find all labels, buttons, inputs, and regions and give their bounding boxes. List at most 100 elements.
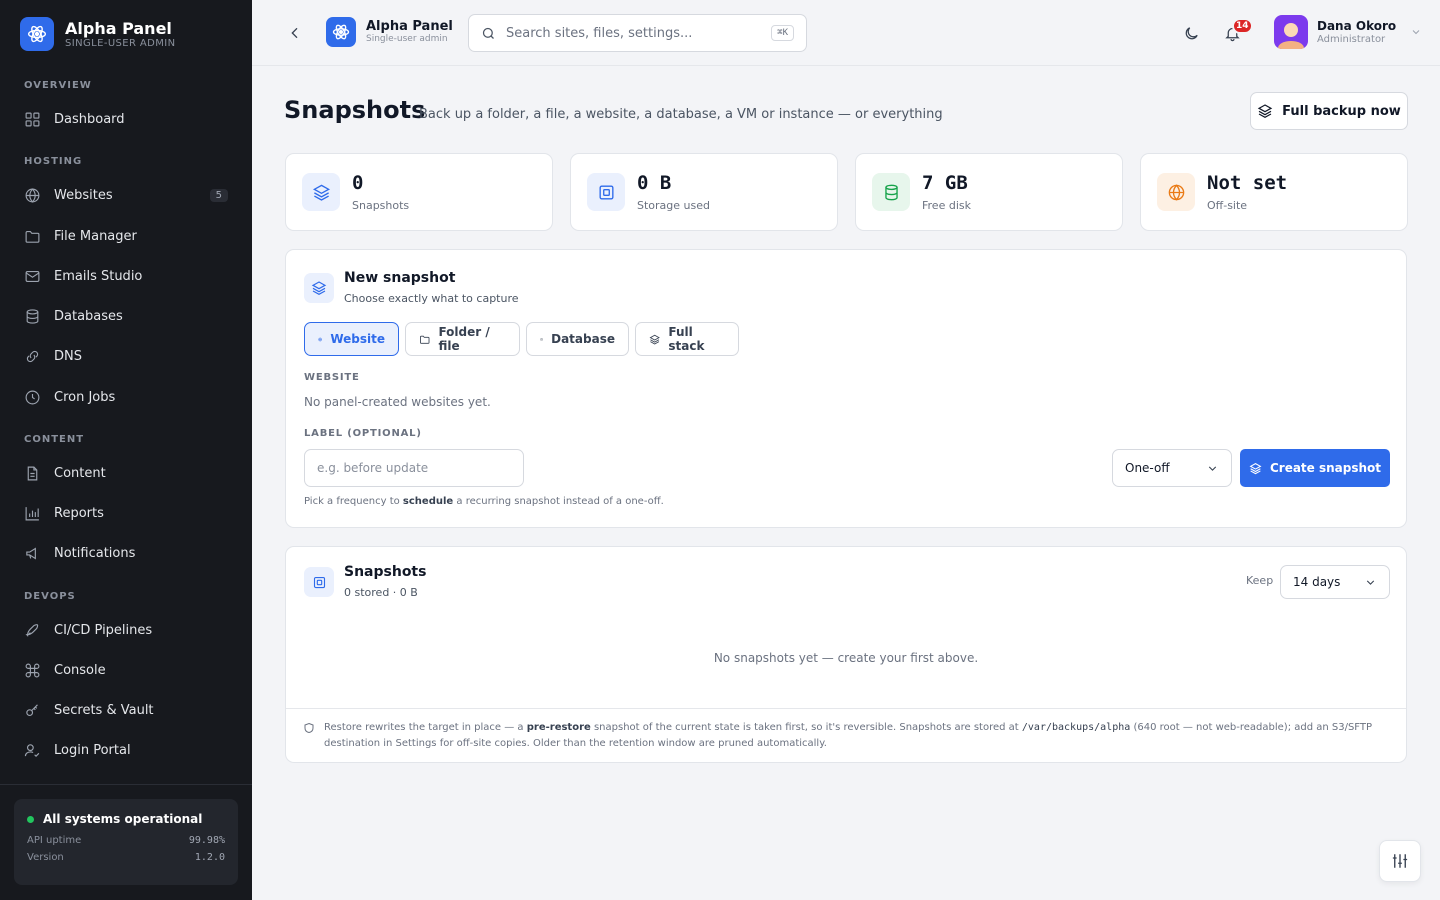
megaphone-icon bbox=[26, 547, 36, 559]
chevron-left-icon bbox=[291, 27, 298, 39]
sliders-icon bbox=[1392, 854, 1408, 868]
frequency-select[interactable]: One-off bbox=[1112, 449, 1232, 487]
snapshot-label-input[interactable] bbox=[304, 449, 524, 487]
search-shortcut: ⌘K bbox=[771, 25, 794, 41]
snapshots-list-title: Snapshots bbox=[344, 564, 427, 580]
stat-label: Storage used bbox=[637, 198, 710, 212]
rocket-icon bbox=[25, 623, 39, 637]
layers-icon bbox=[304, 273, 334, 303]
chevron-down-icon bbox=[1208, 465, 1217, 471]
moon-icon bbox=[1185, 26, 1198, 39]
full-backup-label: Full backup now bbox=[1282, 103, 1401, 119]
layers-icon bbox=[1257, 104, 1273, 119]
sidebar-divider bbox=[0, 784, 252, 785]
theme-toggle-button[interactable] bbox=[1180, 22, 1202, 44]
sidebar-item-cicd-pipelines[interactable]: CI/CD Pipelines bbox=[24, 616, 228, 644]
stat-label: Free disk bbox=[922, 198, 971, 212]
tab-database[interactable]: Database bbox=[526, 322, 629, 356]
snapshots-list-card: Snapshots 0 stored · 0 B Keep 14 days No… bbox=[285, 546, 1407, 763]
sidebar-item-dns[interactable]: DNS bbox=[24, 342, 228, 370]
command-icon bbox=[25, 663, 40, 677]
sidebar-item-label: File Manager bbox=[54, 228, 137, 244]
sidebar-item-label: Notifications bbox=[54, 545, 136, 561]
website-empty-message: No panel-created websites yet. bbox=[304, 395, 491, 409]
atom-icon bbox=[20, 17, 54, 51]
shield-icon bbox=[304, 722, 314, 734]
sidebar-item-login-portal[interactable]: Login Portal bbox=[24, 736, 228, 764]
document-icon bbox=[27, 466, 38, 480]
sidebar-item-label: Websites bbox=[54, 187, 113, 203]
globe-icon bbox=[25, 187, 40, 203]
footer-text-2: snapshot of the current state is taken f… bbox=[590, 722, 1022, 733]
hint-after: a recurring snapshot instead of a one-of… bbox=[453, 496, 664, 507]
system-status-card: All systems operational API uptime 99.98… bbox=[14, 799, 238, 885]
tab-label: Website bbox=[330, 332, 385, 346]
stat-card-snapshots: 0 Snapshots bbox=[285, 153, 553, 231]
status-title: All systems operational bbox=[43, 812, 203, 826]
topbar-brand-name: Alpha Panel bbox=[366, 19, 453, 34]
full-backup-button[interactable]: Full backup now bbox=[1250, 92, 1408, 130]
sidebar-item-label: Dashboard bbox=[54, 111, 125, 127]
page-title: Snapshots bbox=[284, 96, 426, 124]
tab-label: Database bbox=[551, 332, 615, 346]
sidebar-item-reports[interactable]: Reports bbox=[24, 499, 228, 527]
sidebar-item-label: Console bbox=[54, 662, 106, 678]
sidebar-item-dashboard[interactable]: Dashboard bbox=[24, 105, 228, 133]
chevron-down-icon bbox=[1366, 579, 1375, 585]
nav-section-content: CONTENT bbox=[24, 434, 85, 445]
sidebar-item-label: Content bbox=[54, 465, 106, 481]
notifications-button[interactable]: 14 bbox=[1221, 18, 1253, 44]
sidebar-item-label: Emails Studio bbox=[54, 268, 143, 284]
sidebar-item-label: Cron Jobs bbox=[54, 389, 116, 405]
stat-label: Snapshots bbox=[352, 198, 410, 212]
sidebar-item-databases[interactable]: Databases bbox=[24, 302, 228, 330]
retention-value: 14 days bbox=[1293, 575, 1341, 589]
user-menu[interactable]: Dana Okoro Administrator bbox=[1274, 15, 1422, 49]
sidebar-item-cron-jobs[interactable]: Cron Jobs bbox=[24, 383, 228, 411]
nav-section-hosting: HOSTING bbox=[24, 156, 83, 167]
search-input[interactable] bbox=[506, 25, 766, 41]
retention-select[interactable]: 14 days bbox=[1280, 565, 1390, 599]
customize-button[interactable] bbox=[1379, 840, 1421, 882]
stat-value: 0 B bbox=[637, 171, 672, 194]
brand-name: Alpha Panel bbox=[65, 18, 172, 38]
label-field-label: LABEL (OPTIONAL) bbox=[304, 428, 422, 439]
snapshots-list-subtitle: 0 stored · 0 B bbox=[344, 586, 418, 599]
sidebar-item-label: Databases bbox=[54, 308, 123, 324]
database-icon bbox=[540, 337, 543, 341]
layers-icon bbox=[1249, 462, 1262, 474]
stat-value: 0 bbox=[352, 171, 364, 194]
hint-bold: schedule bbox=[402, 496, 454, 507]
new-snapshot-card: New snapshot Choose exactly what to capt… bbox=[285, 249, 1407, 528]
dns-icon bbox=[26, 350, 39, 362]
status-row-version: Version 1.2.0 bbox=[27, 852, 225, 863]
sidebar-item-file-manager[interactable]: File Manager bbox=[24, 222, 228, 250]
topbar-brand-sub: Single-user admin bbox=[366, 34, 448, 44]
back-button[interactable] bbox=[284, 22, 306, 44]
create-snapshot-button[interactable]: Create snapshot bbox=[1240, 449, 1390, 487]
frequency-value: One-off bbox=[1125, 461, 1170, 475]
sidebar-item-websites[interactable]: Websites 5 bbox=[24, 181, 228, 209]
sidebar-item-emails-studio[interactable]: Emails Studio bbox=[24, 262, 228, 290]
tab-full-stack[interactable]: Full stack bbox=[635, 322, 739, 356]
search-box[interactable]: ⌘K bbox=[468, 14, 807, 52]
globe-icon bbox=[318, 337, 322, 341]
folder-icon bbox=[25, 230, 40, 243]
sidebar: Alpha Panel SINGLE-USER ADMIN OVERVIEW D… bbox=[0, 0, 252, 900]
sidebar-item-notifications[interactable]: Notifications bbox=[24, 539, 228, 567]
stat-card-off-site: Not set Off-site bbox=[1140, 153, 1408, 231]
topbar: Alpha Panel Single-user admin ⌘K 14 Dana… bbox=[252, 0, 1440, 66]
stat-value: Not set bbox=[1207, 171, 1288, 194]
sidebar-item-content[interactable]: Content bbox=[24, 459, 228, 487]
brand[interactable]: Alpha Panel SINGLE-USER ADMIN bbox=[20, 17, 176, 51]
stat-value: 7 GB bbox=[922, 171, 968, 194]
tab-folder-file[interactable]: Folder / file bbox=[405, 322, 520, 356]
new-snapshot-subtitle: Choose exactly what to capture bbox=[344, 292, 519, 305]
page-subtitle: Back up a folder, a file, a website, a d… bbox=[419, 107, 943, 122]
sidebar-item-console[interactable]: Console bbox=[24, 656, 228, 684]
sidebar-item-secrets-vault[interactable]: Secrets & Vault bbox=[24, 696, 228, 724]
brand-subtitle: SINGLE-USER ADMIN bbox=[65, 37, 176, 49]
tab-website[interactable]: Website bbox=[304, 322, 399, 356]
hint-before: Pick a frequency to bbox=[304, 496, 403, 507]
sidebar-item-label: DNS bbox=[54, 348, 82, 364]
